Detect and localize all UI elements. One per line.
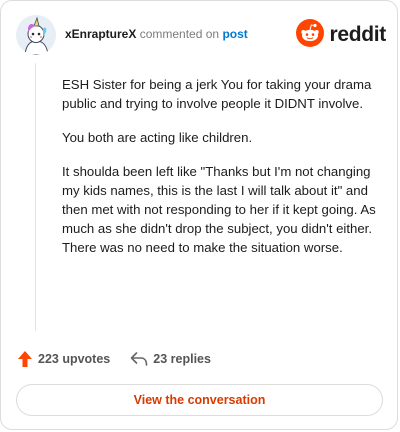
comment-card: xEnraptureX commented on post reddit ESH… [0, 0, 398, 430]
post-link[interactable]: post [222, 27, 247, 41]
comment-header: xEnraptureX commented on post reddit [16, 15, 386, 55]
reddit-wordmark: reddit [329, 23, 386, 46]
thread-line [35, 63, 36, 331]
reply-arrow-icon [130, 351, 148, 367]
upvote-arrow-icon [17, 350, 33, 368]
upvote-button[interactable]: 223 upvotes [17, 350, 110, 368]
comment-paragraph: ESH Sister for being a jerk You for taki… [62, 77, 372, 111]
comment-body: ESH Sister for being a jerk You for taki… [62, 75, 386, 272]
comment-actions: 223 upvotes 23 replies [17, 349, 211, 369]
reddit-snoo-icon [296, 18, 325, 52]
comment-paragraph: You both are acting like children. [62, 130, 253, 145]
username-link[interactable]: xEnraptureX [65, 27, 136, 41]
comment-paragraph: It shoulda been left like "Thanks but I'… [62, 164, 376, 255]
replies-button[interactable]: 23 replies [130, 351, 211, 367]
action-text: commented on [139, 27, 220, 41]
reddit-logo[interactable]: reddit [296, 18, 386, 52]
upvote-count: 223 upvotes [38, 352, 111, 366]
reply-count: 23 replies [153, 352, 211, 366]
comment-meta: xEnraptureX commented on post [65, 26, 248, 42]
view-conversation-button[interactable]: View the conversation [16, 384, 383, 416]
user-avatar-unicorn-icon[interactable] [16, 15, 56, 55]
